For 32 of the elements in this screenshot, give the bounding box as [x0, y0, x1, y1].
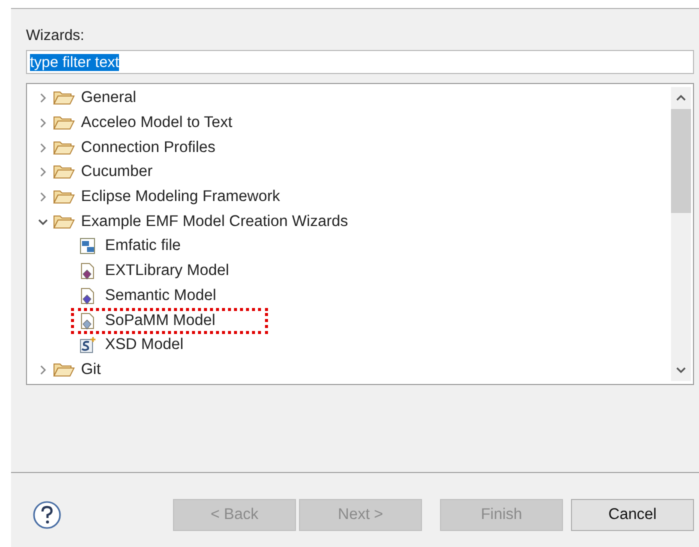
tree-item[interactable]: Semantic Model: [99, 282, 222, 309]
model-file-icon: [79, 312, 97, 330]
tree-item[interactable]: Cucumber: [75, 159, 158, 186]
tree-item[interactable]: Connection Profiles: [75, 134, 222, 161]
folder-icon: [53, 90, 75, 106]
tree-item[interactable]: EXTLibrary Model: [99, 258, 236, 284]
folder-icon: [53, 164, 75, 180]
scroll-down-icon[interactable]: [675, 365, 687, 375]
tree-item[interactable]: XSD Model: [99, 332, 190, 358]
tree-item[interactable]: Example EMF Model Creation Wizards: [75, 208, 354, 235]
tree-item[interactable]: Git: [75, 356, 107, 383]
model-file-icon: [79, 262, 97, 280]
tree-item[interactable]: Emfatic file: [99, 233, 187, 260]
folder-icon: [53, 214, 75, 230]
filter-field[interactable]: type filter text: [26, 50, 694, 74]
folder-icon: [53, 115, 75, 132]
help-icon[interactable]: [32, 500, 62, 530]
scroll-up-icon[interactable]: [675, 93, 687, 103]
model-file-icon: [79, 286, 97, 305]
tree-item[interactable]: General: [75, 85, 142, 112]
scrollbar[interactable]: [671, 87, 691, 381]
folder-icon: [53, 140, 75, 156]
tree-item[interactable]: Eclipse Modeling Framework: [75, 184, 286, 210]
folder-icon: [53, 189, 75, 206]
tree-item[interactable]: Acceleo Model to Text: [75, 110, 238, 136]
folder-icon: [53, 362, 75, 378]
dialog-button[interactable]: Cancel: [571, 499, 694, 531]
wizards-label: Wizards:: [26, 27, 86, 44]
xsd-file-icon: [79, 336, 97, 354]
scrollbar-thumb[interactable]: [671, 109, 691, 213]
emf-file-icon: [79, 237, 97, 256]
tree-item[interactable]: SoPaMM Model: [71, 308, 268, 334]
